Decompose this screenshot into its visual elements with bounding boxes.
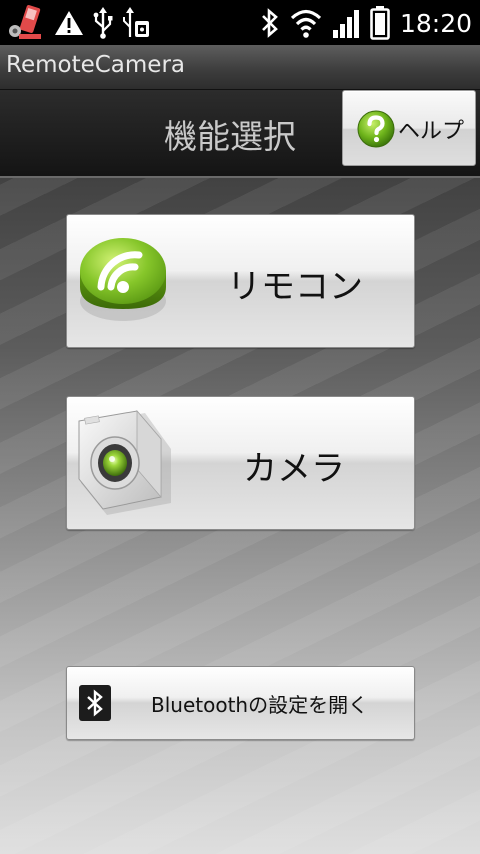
bluetooth-icon xyxy=(260,7,280,39)
help-question-icon xyxy=(356,109,396,153)
camera-label: カメラ xyxy=(243,449,345,489)
camera-button[interactable]: カメラ xyxy=(66,396,415,530)
bluetooth-settings-button[interactable]: Bluetoothの設定を開く xyxy=(66,666,415,740)
notification-icons xyxy=(6,4,152,42)
help-button[interactable]: ヘルプ xyxy=(342,90,476,166)
status-bar: 18:20 xyxy=(0,0,480,45)
flip-phone-icon xyxy=(6,4,46,42)
remote-wifi-icon xyxy=(77,229,169,333)
system-icons: 18:20 xyxy=(260,4,472,42)
clock: 18:20 xyxy=(399,8,472,38)
help-button-label: ヘルプ xyxy=(398,119,465,144)
warning-icon xyxy=(54,9,84,37)
usb-debug-icon xyxy=(122,7,152,39)
signal-icon xyxy=(332,8,360,38)
battery-icon xyxy=(370,6,390,40)
bluetooth-icon xyxy=(79,685,111,725)
remote-control-button[interactable]: リモコン xyxy=(66,214,415,348)
main-content: リモコン カメラ Bluetoothの設定を開く xyxy=(0,178,480,854)
header: 機能選択 ヘルプ xyxy=(0,90,480,178)
title-bar: RemoteCamera xyxy=(0,45,480,90)
camera-icon xyxy=(75,405,175,525)
bluetooth-settings-label: Bluetoothの設定を開く xyxy=(151,693,369,717)
app-title: RemoteCamera xyxy=(6,52,186,78)
wifi-icon xyxy=(290,8,322,38)
usb-icon xyxy=(92,7,114,39)
remote-control-label: リモコン xyxy=(227,267,363,307)
